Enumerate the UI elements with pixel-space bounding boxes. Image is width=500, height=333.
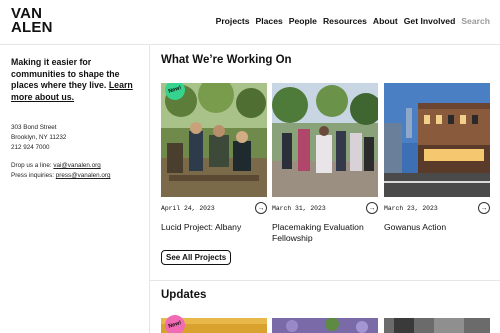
drop-line-row: Drop us a line: vai@vanalen.org <box>11 161 111 171</box>
nav-people[interactable]: People <box>289 16 317 26</box>
arrow-right-circle-icon[interactable]: → <box>255 202 267 214</box>
street-event-crowd-photo[interactable] <box>272 83 378 197</box>
update-thumbnail[interactable] <box>384 318 490 333</box>
project-card[interactable]: March 23, 2023 → Gowanus Action <box>384 83 490 233</box>
address-city: Brooklyn, NY 11232 <box>11 134 67 141</box>
nav-projects[interactable]: Projects <box>216 16 250 26</box>
nav-get-involved[interactable]: Get Involved <box>404 16 456 26</box>
address-block: 303 Bond Street Brooklyn, NY 11232 212 9… <box>11 123 66 153</box>
update-thumbnail[interactable] <box>272 318 378 333</box>
logo-line-2: ALEN <box>11 19 53 36</box>
working-on-heading: What We’re Working On <box>161 54 292 66</box>
photo-illustration <box>384 83 490 197</box>
card-meta: April 24, 2023 → <box>161 202 267 214</box>
section-divider <box>150 280 500 281</box>
update-photo <box>272 318 378 333</box>
address-street: 303 Bond Street <box>11 124 57 131</box>
card-title[interactable]: Lucid Project: Albany <box>161 222 267 233</box>
search-link[interactable]: Search <box>461 16 490 26</box>
card-meta: March 31, 2023 → <box>272 202 378 214</box>
drop-line-label: Drop us a line: <box>11 162 52 169</box>
evening-street-buildings-photo[interactable] <box>384 83 490 197</box>
tagline: Making it easier for communities to shap… <box>11 57 143 103</box>
nav-places[interactable]: Places <box>256 16 283 26</box>
main-nav: Projects Places People Resources About G… <box>216 16 490 26</box>
tagline-text: Making it easier for communities to shap… <box>11 57 120 91</box>
contact-block: Drop us a line: vai@vanalen.org Press in… <box>11 161 111 181</box>
press-email-link[interactable]: press@vanalen.org <box>56 172 111 179</box>
update-photo <box>384 318 490 333</box>
sidebar: Making it easier for communities to shap… <box>0 45 150 333</box>
card-date: March 31, 2023 <box>272 204 326 212</box>
card-title[interactable]: Gowanus Action <box>384 222 490 233</box>
card-date: March 23, 2023 <box>384 204 438 212</box>
card-meta: March 23, 2023 → <box>384 202 490 214</box>
people-seated-outdoors-photo[interactable]: New! <box>161 83 267 197</box>
nav-resources[interactable]: Resources <box>323 16 367 26</box>
press-label: Press inquiries: <box>11 172 55 179</box>
arrow-right-circle-icon[interactable]: → <box>478 202 490 214</box>
van-alen-logo[interactable]: VAN ALEN <box>11 6 53 36</box>
press-row: Press inquiries: press@vanalen.org <box>11 171 111 181</box>
card-title[interactable]: Placemaking Evaluation Fellowship <box>272 222 378 244</box>
project-card[interactable]: March 31, 2023 → Placemaking Evaluation … <box>272 83 378 244</box>
arrow-right-circle-icon[interactable]: → <box>366 202 378 214</box>
photo-illustration <box>272 83 378 197</box>
photo-illustration <box>161 83 267 197</box>
card-date: April 24, 2023 <box>161 204 215 212</box>
see-all-projects-button[interactable]: See All Projects <box>161 250 232 265</box>
nav-about[interactable]: About <box>373 16 398 26</box>
site-header: VAN ALEN Projects Places People Resource… <box>0 0 500 45</box>
project-card[interactable]: New! April 24, 2023 → Lucid Project: Alb… <box>161 83 267 233</box>
contact-email-link[interactable]: vai@vanalen.org <box>53 162 100 169</box>
updates-heading: Updates <box>161 289 207 301</box>
phone-number[interactable]: 212 924 7000 <box>11 143 66 153</box>
new-badge: New! <box>162 312 188 333</box>
